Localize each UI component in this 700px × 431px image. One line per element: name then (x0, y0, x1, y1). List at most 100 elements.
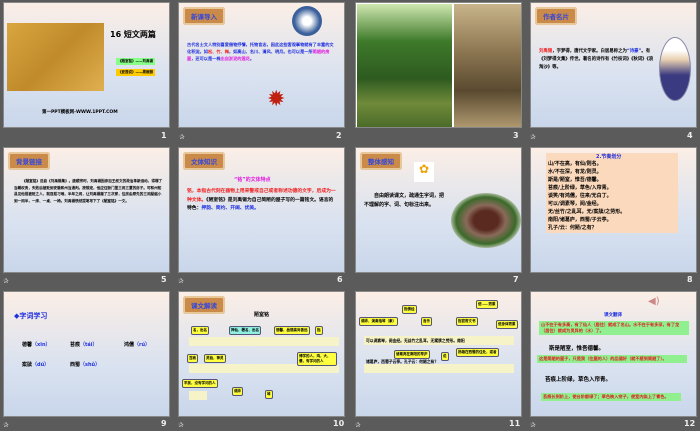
transition-icon[interactable]: ✰ (3, 421, 9, 429)
background-text: 《陋室铭》选自《刘禹锡集》。唐顺宗时，刘禹锡因参加王叔文的政治革新运动，得罪了当… (14, 179, 163, 203)
cottage-photo (357, 4, 452, 127)
text-highlight (364, 364, 514, 373)
transition-icon[interactable]: ✰ (3, 277, 9, 285)
transition-icon[interactable]: ✰ (530, 421, 536, 429)
line: 孔子/云：何陋/之有？ (548, 225, 597, 231)
annotation-bubble: 使身体劳累 (496, 320, 518, 329)
annotation-bubble: 琴 (265, 390, 273, 399)
section-tag: 新课导入 (183, 7, 225, 25)
author-portrait (659, 37, 691, 101)
slide-number-7: 7 (513, 275, 519, 284)
section-tag: 背景链接 (8, 152, 50, 170)
slide-thumbnail-11[interactable]: 可以调素琴，阅金经。无丝竹之乱耳，无案牍之劳形。南阳 诸葛庐，西蜀子云亭。孔子云… (355, 291, 522, 417)
annotation-bubble: 调弄，演奏指琴（素） (359, 317, 398, 326)
annotation-bubble: 诸葛亮在南阳的草庐 (394, 350, 430, 359)
annotation-bubble: 灵验，神灵 (204, 354, 226, 363)
slide-heading: ◆字词学习 (14, 312, 48, 320)
annotation-bubble: 苔痕 (187, 354, 198, 363)
annotation-bubble: 名，出名 (191, 326, 209, 335)
slide-number-8: 8 (687, 275, 693, 284)
slide-thumbnail-9[interactable]: ◆字词学习 德馨（xīn） 苔痕（tái） 鸿儒（rú） 案牍（dú） 西蜀（s… (3, 291, 170, 417)
line: 谈笑/有鸿儒，往来/无白丁。 (548, 193, 612, 199)
line: 斯是/陋室，惟吾/德馨。 (548, 177, 602, 183)
line: 水/不在深，有龙/则灵。 (548, 169, 602, 175)
slide-thumbnail-4[interactable]: 作者名片 刘禹锡，字梦得，唐代文学家。白居易称之为“诗豪”。有《刘梦得文集》传世… (530, 2, 697, 128)
slide-number-9: 9 (161, 419, 167, 428)
word-item: 鸿儒（rú） (124, 342, 151, 348)
slide-thumbnail-12[interactable]: ◀) 课文翻译 山不在于有多高，有了仙人（居住）就成了名山。水不在于有多深，有了… (530, 291, 697, 417)
word-item: 苔痕（tái） (70, 342, 98, 348)
slide-number-10: 10 (333, 419, 345, 428)
transition-icon[interactable]: ✰ (355, 421, 361, 429)
slide-number-1: 1 (161, 131, 167, 140)
subtitle-1: 《陋室铭》——刘禹锡 (116, 58, 155, 65)
transition-icon[interactable]: ✰ (178, 277, 184, 285)
word-item: 西蜀（shǔ） (70, 362, 101, 368)
word-item: 案牍（dú） (22, 362, 50, 368)
flower-moon-image (292, 6, 322, 36)
text-line: 诸葛庐，西蜀子云亭。孔子云：何陋之有？ (366, 359, 439, 364)
section-tag: 课文解读 (183, 296, 225, 314)
line: 无/丝竹/之乱耳，无/案牍/之劳形。 (548, 209, 626, 215)
slide-thumbnail-3[interactable] (355, 2, 522, 128)
transition-icon[interactable]: ✰ (530, 133, 536, 141)
slide-title: 16 短文两篇 (110, 30, 156, 39)
calligraphy-image (7, 23, 104, 91)
slide-number-12: 12 (684, 419, 696, 428)
original-line: 苔痕上阶绿，草色入帘青。 (545, 377, 612, 383)
slide-heading: 2.节奏划分 (596, 154, 622, 160)
transition-icon[interactable]: ✰ (179, 133, 185, 141)
translation: 这是简陋的屋子，只是我（住屋的人）的品德好（就不感到简陋了）。 (537, 355, 687, 363)
slide-thumbnail-8[interactable]: 2.节奏划分 山/不在高，有仙/则名。 水/不在深，有龙/则灵。 斯是/陋室，惟… (530, 147, 697, 273)
word-item: 德馨（xīn） (22, 342, 51, 348)
section-tag: 作者名片 (535, 7, 577, 25)
line: 可以/调素琴，阅/金经。 (548, 201, 602, 207)
annotation-bubble: 指官府文书 (456, 317, 478, 326)
annotation-bubble: 德馨，品德高尚香远 (274, 326, 310, 335)
annotation-bubble: 调弄 (232, 387, 243, 396)
author-text: 刘禹锡，字梦得，唐代文学家。白居易称之为“诗豪”。有《刘梦得文集》传世。著名的诗… (539, 49, 654, 70)
line: 山/不在高，有仙/则名。 (548, 161, 602, 167)
annotation-bubble: 使……劳累 (476, 300, 498, 309)
line: 苔痕/上阶绿，草色/入帘青。 (548, 185, 612, 191)
slide-thumbnail-7[interactable]: 整体感知 ✿ 自由朗读课文，疏通生字词，把不理解的字、词、句标注出来。 (355, 147, 522, 273)
slide-number-6: 6 (337, 275, 343, 284)
section-tag: 文体知识 (183, 152, 225, 170)
slide-thumbnail-2[interactable]: 新课导入 古代名士文人特别喜爱借物抒情，托物言志，因此这些客观事物就有了丰富的文… (178, 2, 345, 128)
genre-text: 铭，本指古代刻在器物上用来警戒自己或者称述功德的文字，后成为一种文体。《陋室铭》… (187, 189, 336, 211)
translation: 山不在于有多高，有了仙人（居住）就成了名山。水不在于有多深，有了龙（居住）就成为… (539, 321, 689, 335)
task-text: 自由朗读课文，疏通生字词，把不理解的字、词、句标注出来。 (364, 193, 445, 208)
slide-number-2: 2 (336, 131, 342, 140)
translation: 苔痕长到阶上，使台阶都绿了；草色映入帘子，使室内染上了青色。 (541, 393, 681, 401)
intro-text: 古代名士文人特别喜爱借物抒情，托物言志，因此这些客观事物就有了丰富的文化积淀。如… (187, 42, 334, 61)
annotation-bubble: 指佛经 (402, 305, 417, 314)
house-photo (451, 193, 521, 248)
rhythm-box: 2.节奏划分 山/不在高，有仙/则名。 水/不在深，有龙/则灵。 斯是/陋室，惟… (546, 153, 678, 233)
annotation-bubble: 扬雄在西蜀的住处，或者 (456, 348, 499, 357)
slide-thumbnail-5[interactable]: 背景链接 《陋室铭》选自《刘禹锡集》。唐顺宗时，刘禹锡因参加王叔文的政治革新运动… (3, 147, 170, 273)
slide-heading: 陋室铭 (254, 312, 270, 318)
line: 南阳/诸葛庐，西蜀/子云亭。 (548, 217, 612, 223)
maple-leaf-icon: ✹ (267, 87, 286, 112)
section-tag: 整体感知 (360, 152, 402, 170)
annotation-bubble: 指 (315, 326, 323, 335)
slide-thumbnail-6[interactable]: 文体知识 “铭”的文体特点 铭，本指古代刻在器物上用来警戒自己或者称述功德的文字… (178, 147, 345, 273)
annotation-bubble: 音乐 (421, 317, 432, 326)
slide-number-11: 11 (509, 419, 521, 428)
original-line: 斯是陋室，惟吾德馨。 (549, 346, 605, 352)
text-highlight (189, 337, 339, 346)
slide-number-5: 5 (161, 275, 167, 284)
annotation-bubble: 说 (441, 352, 449, 361)
slide-heading: “铭”的文体特点 (234, 177, 271, 183)
footer-text: 第一PPT模板网-WWW.1PPT.COM (42, 110, 118, 115)
transition-icon[interactable]: ✰ (178, 421, 184, 429)
landscape-painting (454, 4, 521, 127)
annotation-bubble: 神仙、著名、出名 (229, 326, 261, 335)
text-line: 可以调素琴，阅金经。无丝竹之乱耳，无案牍之劳形。南阳 (366, 338, 465, 343)
flower-icon: ✿ (414, 162, 434, 182)
speaker-icon[interactable]: ◀) (648, 296, 660, 307)
annotation-bubble: 博学的人，鸿，大，儒，有学问的人 (297, 352, 337, 366)
slide-thumbnail-1[interactable]: 16 短文两篇 《陋室铭》——刘禹锡 《爱莲说》——周敦颐 第一PPT模板网-W… (3, 2, 170, 128)
subtitle-2: 《爱莲说》——周敦颐 (116, 69, 155, 76)
slide-thumbnail-10[interactable]: 课文解读 陋室铭 名，出名 神仙、著名、出名 德馨，品德高尚香远 指 苔痕 灵验… (178, 291, 345, 417)
